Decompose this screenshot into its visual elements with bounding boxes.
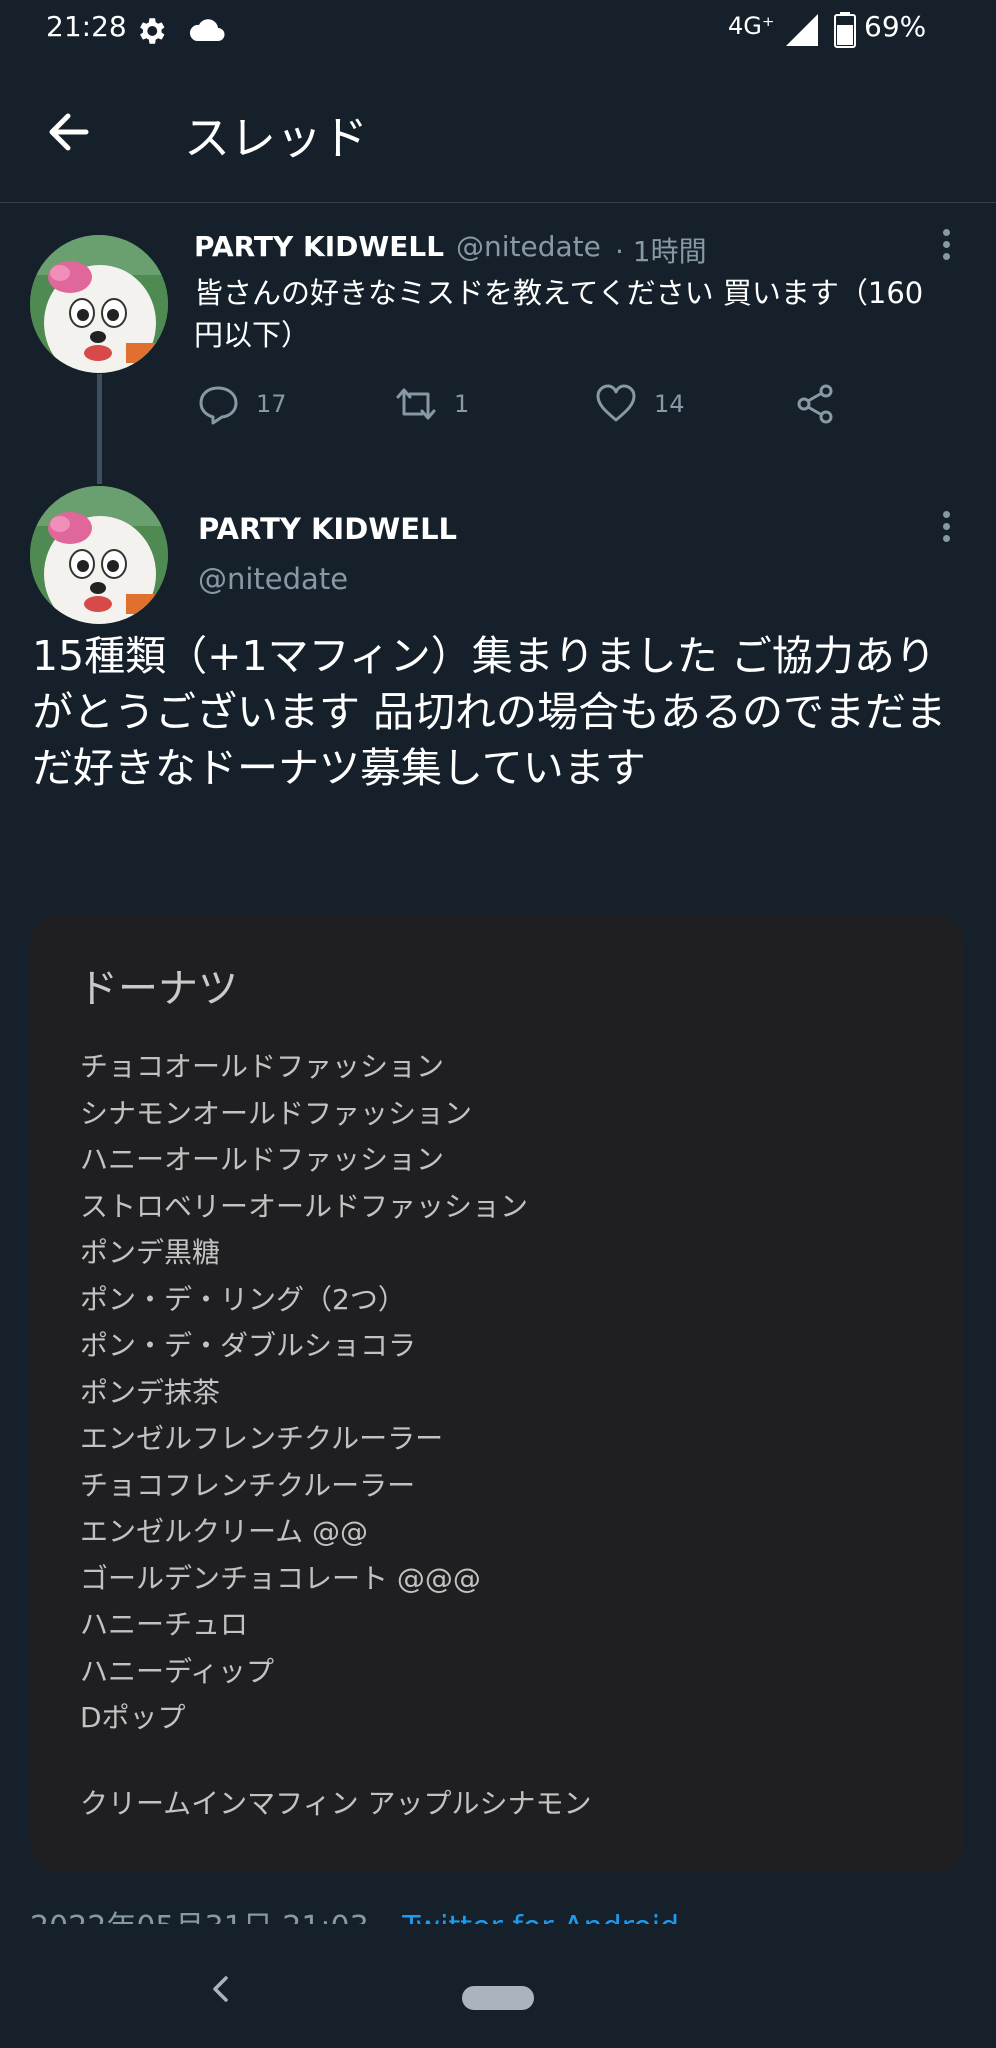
reply-button[interactable]: 17 (196, 382, 287, 426)
signal-icon (786, 14, 818, 46)
list-item: ハニーディップ (80, 1654, 275, 1688)
more-options-icon[interactable] (936, 511, 956, 551)
avatar[interactable] (30, 486, 168, 624)
tweet-author-name[interactable]: PARTY KIDWELL (198, 512, 457, 546)
donut-list: チョコオールドファッション シナモンオールドファッション ハニーオールドファッシ… (80, 1044, 528, 1742)
tweet-time: · 1時間 (615, 235, 707, 268)
tweet-text: 15種類（+1マフィン）集まりました ご協力ありがとうございます 品切れの場合も… (32, 632, 947, 792)
list-item: ゴールデンチョコレート @@@ (80, 1561, 481, 1595)
battery-percent: 69% (864, 10, 927, 43)
mascot-avatar-image (30, 486, 168, 624)
thread-connector-line (97, 374, 102, 484)
like-count: 14 (654, 390, 685, 418)
list-item: エンゼルフレンチクルーラー (80, 1422, 444, 1455)
share-button[interactable] (794, 382, 838, 426)
list-item: ポン・デ・ダブルショコラ (80, 1329, 417, 1362)
retweet-button[interactable]: 1 (394, 382, 469, 426)
list-item: チョコオールドファッション (80, 1050, 445, 1083)
tweet-text: 皆さんの好きなミスドを教えてください 買います（160円以下） (194, 276, 924, 352)
tweet-author-handle[interactable]: @nitedate (456, 230, 601, 263)
status-bar: 21:28 4G⁺ 69% (0, 0, 996, 60)
system-nav-bar (0, 1924, 996, 2048)
retweet-icon (396, 388, 436, 420)
list-item: ポンデ黒糖 (80, 1236, 221, 1269)
home-pill[interactable] (462, 1986, 534, 2010)
page-title: スレッド (184, 111, 368, 165)
mascot-avatar-image (30, 235, 168, 373)
more-options-icon[interactable] (936, 229, 956, 269)
list-item: エンゼルクリーム @@ (80, 1515, 369, 1548)
list-item: Dポップ (80, 1701, 186, 1734)
gear-icon (140, 18, 165, 44)
back-arrow-icon[interactable] (40, 104, 96, 160)
reply-count: 17 (256, 390, 287, 418)
status-time: 21:28 (46, 10, 127, 43)
cloud-icon (189, 19, 225, 41)
tweet-date: 2022年05月31日 21:03 (30, 1910, 369, 1924)
tweet-meta: 2022年05月31日 21:03 Twitter for Android (30, 1908, 970, 1924)
list-item: ポンデ抹茶 (80, 1375, 221, 1409)
list-item: ストロベリーオールドファッション (80, 1189, 529, 1223)
tweet-author-name[interactable]: PARTY KIDWELL (194, 230, 444, 263)
retweet-count: 1 (454, 390, 470, 418)
reply-icon (199, 386, 238, 425)
tweet-image[interactable]: ドーナツ チョコオールドファッション シナモンオールドファッション ハニーオール… (30, 916, 964, 1872)
battery-icon (834, 12, 856, 48)
share-icon (797, 384, 833, 424)
list-item: ハニーチュロ (80, 1608, 249, 1641)
heart-icon (596, 384, 636, 422)
network-type: 4G⁺ (728, 12, 775, 40)
app-header: スレッド (0, 60, 996, 203)
avatar[interactable] (30, 235, 168, 373)
muffin-item: クリームインマフィン アップルシナモン (80, 1787, 592, 1820)
list-item: シナモンオールドファッション (80, 1096, 473, 1130)
like-button[interactable]: 14 (594, 382, 685, 426)
list-item: ハニーオールドファッション (80, 1143, 445, 1176)
tweet-author-handle[interactable]: @nitedate (198, 562, 348, 596)
image-title: ドーナツ (78, 966, 238, 1012)
list-item: ポン・デ・リング（2つ） (80, 1282, 406, 1316)
list-item: チョコフレンチクルーラー (80, 1468, 416, 1502)
nav-back-icon[interactable] (206, 1974, 236, 2004)
tweet-source-link[interactable]: Twitter for Android (402, 1910, 679, 1924)
